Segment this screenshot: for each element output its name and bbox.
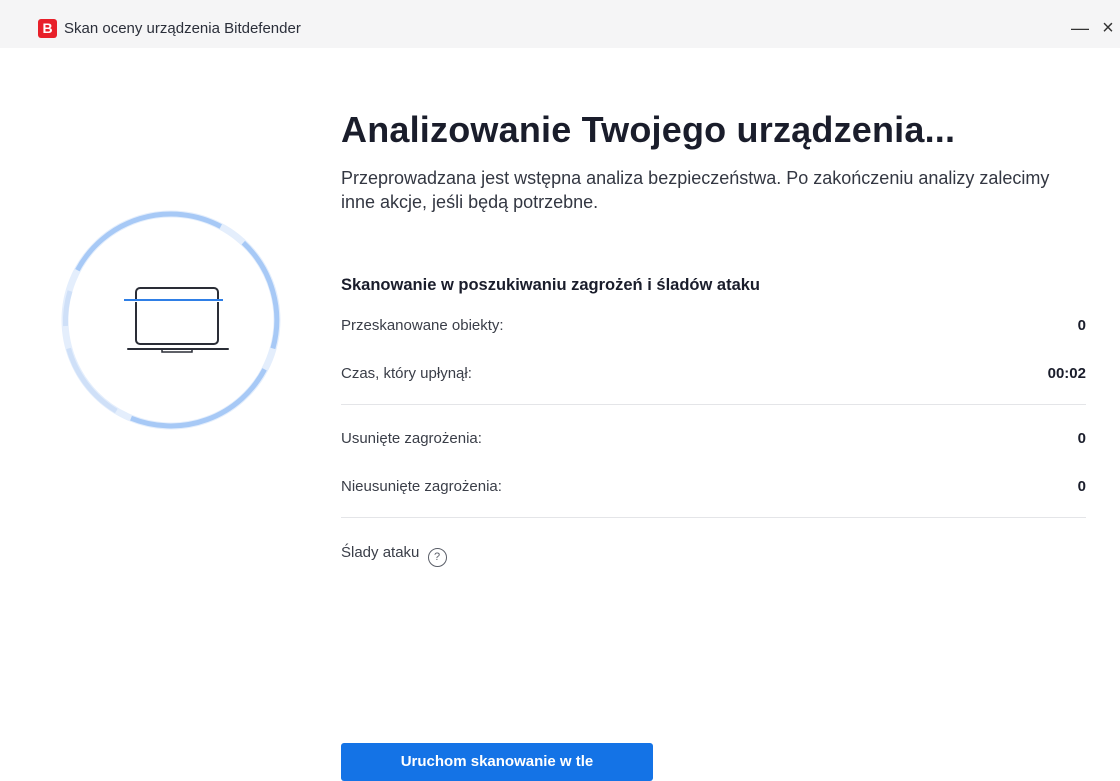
divider bbox=[341, 404, 1086, 405]
stat-value: 00:02 bbox=[1047, 365, 1086, 382]
window-title: Skan oceny urządzenia Bitdefender bbox=[64, 20, 301, 37]
laptop-scan-icon bbox=[61, 210, 281, 430]
title-bar: B Skan oceny urządzenia Bitdefender — × bbox=[0, 0, 1120, 48]
page-title: Analizowanie Twojego urządzenia... bbox=[341, 109, 956, 150]
stat-label: Usunięte zagrożenia: bbox=[341, 430, 482, 447]
stat-label: Nieusunięte zagrożenia: bbox=[341, 478, 502, 495]
minimize-button[interactable]: — bbox=[1066, 14, 1094, 42]
stat-row-scanned-objects: Przeskanowane obiekty: 0 bbox=[341, 314, 1086, 338]
stat-row-unremoved-threats: Nieusunięte zagrożenia: 0 bbox=[341, 475, 1086, 499]
stat-label: Czas, który upłynął: bbox=[341, 365, 472, 382]
stat-value: 0 bbox=[1077, 478, 1086, 495]
background-scan-button[interactable]: Uruchom skanowanie w tle bbox=[341, 743, 653, 781]
stat-value: 0 bbox=[1077, 317, 1086, 334]
attack-traces-label: Ślady ataku bbox=[341, 544, 420, 561]
attack-traces: Ślady ataku ? bbox=[341, 541, 447, 567]
stat-label: Przeskanowane obiekty: bbox=[341, 317, 504, 334]
question-circle-icon[interactable]: ? bbox=[427, 548, 447, 567]
close-button[interactable]: × bbox=[1096, 14, 1120, 42]
stat-row-elapsed-time: Czas, który upłynął: 00:02 bbox=[341, 362, 1086, 386]
stat-row-removed-threats: Usunięte zagrożenia: 0 bbox=[341, 427, 1086, 451]
stat-value: 0 bbox=[1077, 430, 1086, 447]
scan-description: Przeprowadzana jest wstępna analiza bezp… bbox=[341, 168, 1050, 212]
divider bbox=[341, 517, 1086, 518]
scan-progress-graphic bbox=[58, 207, 284, 438]
section-title: Skanowanie w poszukiwaniu zagrożeń i śla… bbox=[341, 276, 761, 294]
bitdefender-logo-icon: B bbox=[38, 19, 57, 38]
